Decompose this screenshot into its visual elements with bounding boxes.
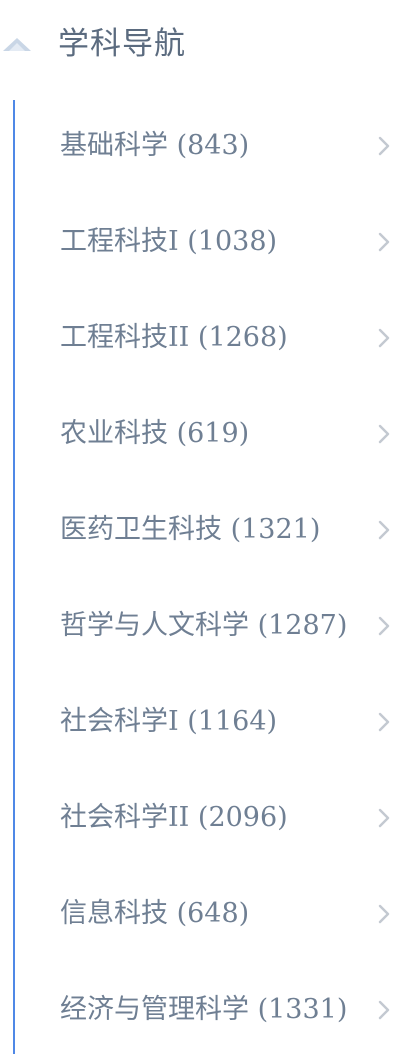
subject-item-label: 社会科学I (1164): [60, 706, 278, 737]
chevron-right-icon: [378, 1000, 390, 1020]
subject-item-label: 信息科技 (648): [60, 898, 250, 929]
subject-item-engineering-1[interactable]: 工程科技I (1038): [0, 208, 400, 278]
subject-item-medicine[interactable]: 医药卫生科技 (1321): [0, 496, 400, 566]
subject-item-label: 医药卫生科技 (1321): [60, 514, 321, 545]
chevron-right-icon: [378, 232, 390, 252]
chevron-right-icon: [378, 136, 390, 156]
subject-item-basic-science[interactable]: 基础科学 (843): [0, 112, 400, 182]
subject-item-label: 经济与管理科学 (1331): [60, 994, 348, 1025]
subject-item-social-science-2[interactable]: 社会科学II (2096): [0, 784, 400, 854]
subject-item-engineering-2[interactable]: 工程科技II (1268): [0, 304, 400, 374]
chevron-right-icon: [378, 616, 390, 636]
subject-item-philosophy-humanities[interactable]: 哲学与人文科学 (1287): [0, 592, 400, 662]
chevron-right-icon: [378, 328, 390, 348]
chevron-right-icon: [378, 520, 390, 540]
subject-item-social-science-1[interactable]: 社会科学I (1164): [0, 688, 400, 758]
chevron-right-icon: [378, 424, 390, 444]
page-title: 学科导航: [58, 26, 186, 62]
subject-item-label: 社会科学II (2096): [60, 802, 288, 833]
subject-item-label: 哲学与人文科学 (1287): [60, 610, 348, 641]
subject-item-agriculture[interactable]: 农业科技 (619): [0, 400, 400, 470]
subject-list: 基础科学 (843) 工程科技I (1038) 工程科技II (1268) 农业…: [0, 100, 400, 1054]
chevron-right-icon: [378, 808, 390, 828]
chevron-right-icon: [378, 712, 390, 732]
subject-item-label: 农业科技 (619): [60, 418, 250, 449]
subject-navigation-header[interactable]: 学科导航: [0, 0, 400, 90]
collapse-up-icon[interactable]: [2, 36, 32, 52]
subject-item-label: 工程科技I (1038): [60, 226, 278, 257]
chevron-right-icon: [378, 904, 390, 924]
subject-item-label: 基础科学 (843): [60, 130, 250, 161]
subject-item-economics-management[interactable]: 经济与管理科学 (1331): [0, 976, 400, 1046]
subject-item-label: 工程科技II (1268): [60, 322, 288, 353]
subject-item-information-tech[interactable]: 信息科技 (648): [0, 880, 400, 950]
